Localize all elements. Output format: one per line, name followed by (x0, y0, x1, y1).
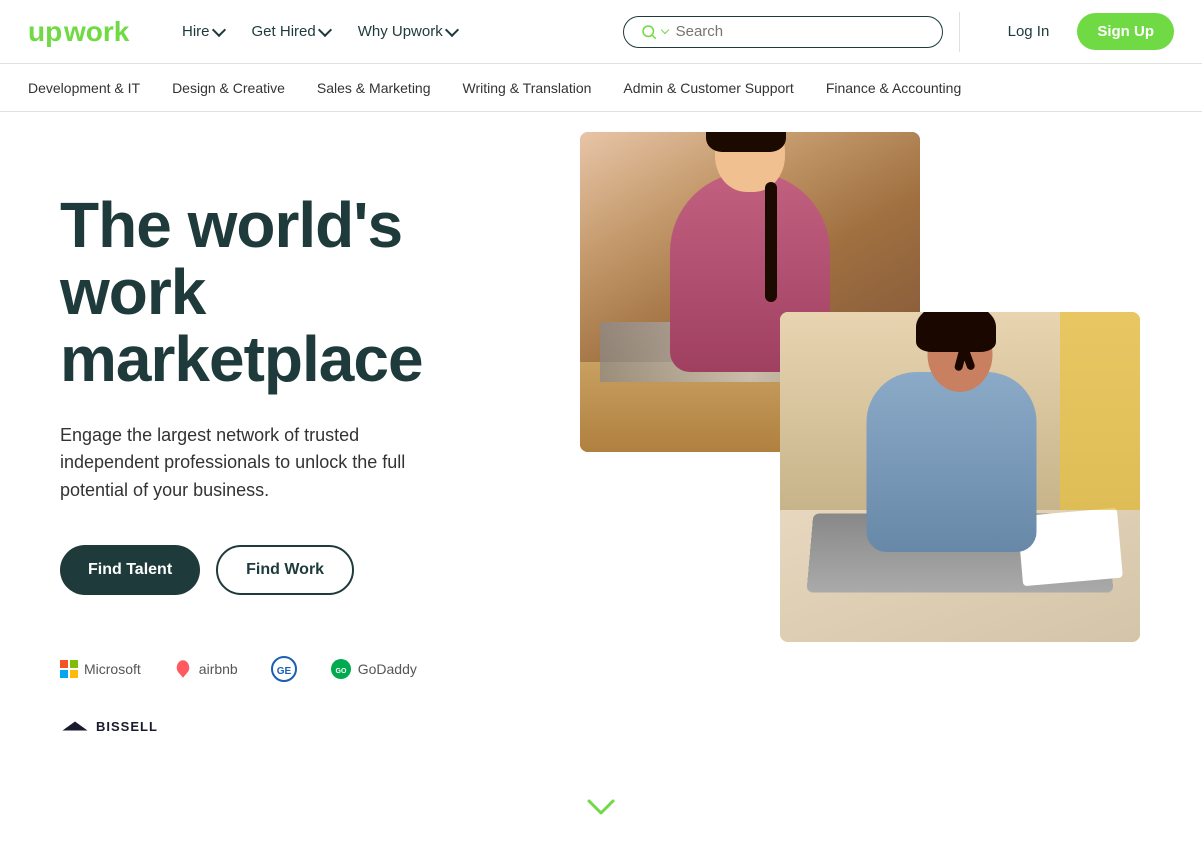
hero-subtitle: Engage the largest network of trusted in… (60, 422, 460, 506)
signup-button[interactable]: Sign Up (1077, 13, 1174, 50)
chevron-down-icon (318, 23, 332, 37)
nav-label-why-upwork: Why Upwork (358, 23, 443, 40)
bissell-icon (60, 715, 90, 737)
scroll-down-icon (585, 797, 617, 817)
microsoft-icon (60, 660, 78, 678)
find-talent-button[interactable]: Find Talent (60, 545, 200, 595)
hero-title: The world's work marketplace (60, 192, 540, 394)
logo[interactable]: up work (28, 15, 138, 49)
hero-buttons: Find Talent Find Work (60, 545, 540, 595)
brand-airbnb: airbnb (173, 659, 238, 679)
search-input[interactable] (676, 23, 926, 40)
svg-text:GO: GO (335, 668, 346, 675)
chevron-down-icon (211, 23, 225, 37)
svg-text:work: work (63, 16, 130, 47)
nav-label-hire: Hire (182, 23, 210, 40)
search-dropdown-icon (660, 26, 668, 34)
hero-image-man (780, 312, 1140, 642)
category-item-admin[interactable]: Admin & Customer Support (623, 76, 793, 100)
chevron-down-icon (445, 23, 459, 37)
godaddy-icon: GO (330, 658, 352, 680)
hero-images (580, 112, 1202, 777)
category-item-sales[interactable]: Sales & Marketing (317, 76, 431, 100)
brand-microsoft: Microsoft (60, 660, 141, 678)
nav-item-why-upwork[interactable]: Why Upwork (346, 15, 469, 48)
nav-label-get-hired: Get Hired (252, 23, 316, 40)
svg-text:GE: GE (276, 666, 291, 677)
navbar: up work Hire Get Hired Why Upwork Log (0, 0, 1202, 64)
airbnb-icon (173, 659, 193, 679)
category-item-dev-it[interactable]: Development & IT (28, 76, 140, 100)
bissell-text: BISSELL (96, 719, 158, 734)
nav-divider (959, 12, 960, 52)
brand-godaddy: GO GoDaddy (330, 658, 417, 680)
trusted-brands: Microsoft airbnb GE GO (60, 655, 540, 737)
scroll-indicator[interactable] (0, 777, 1202, 847)
upwork-logo-svg: up work (28, 15, 138, 49)
find-work-button[interactable]: Find Work (216, 545, 354, 595)
nav-links: Hire Get Hired Why Upwork (170, 15, 615, 48)
ge-icon: GE (270, 655, 298, 683)
category-item-finance[interactable]: Finance & Accounting (826, 76, 961, 100)
category-item-writing[interactable]: Writing & Translation (463, 76, 592, 100)
search-icon (640, 23, 658, 41)
category-bar: Development & IT Design & Creative Sales… (0, 64, 1202, 112)
search-type-selector[interactable] (640, 23, 668, 41)
brand-bissell: BISSELL (60, 715, 158, 737)
nav-item-get-hired[interactable]: Get Hired (240, 15, 342, 48)
nav-right: Log In Sign Up (992, 13, 1174, 50)
nav-item-hire[interactable]: Hire (170, 15, 236, 48)
svg-text:up: up (28, 16, 62, 47)
category-item-design[interactable]: Design & Creative (172, 76, 285, 100)
login-button[interactable]: Log In (992, 15, 1066, 48)
search-bar[interactable] (623, 16, 943, 48)
hero-content: The world's work marketplace Engage the … (0, 112, 580, 777)
hero-section: The world's work marketplace Engage the … (0, 112, 1202, 777)
brand-ge: GE (270, 655, 298, 683)
